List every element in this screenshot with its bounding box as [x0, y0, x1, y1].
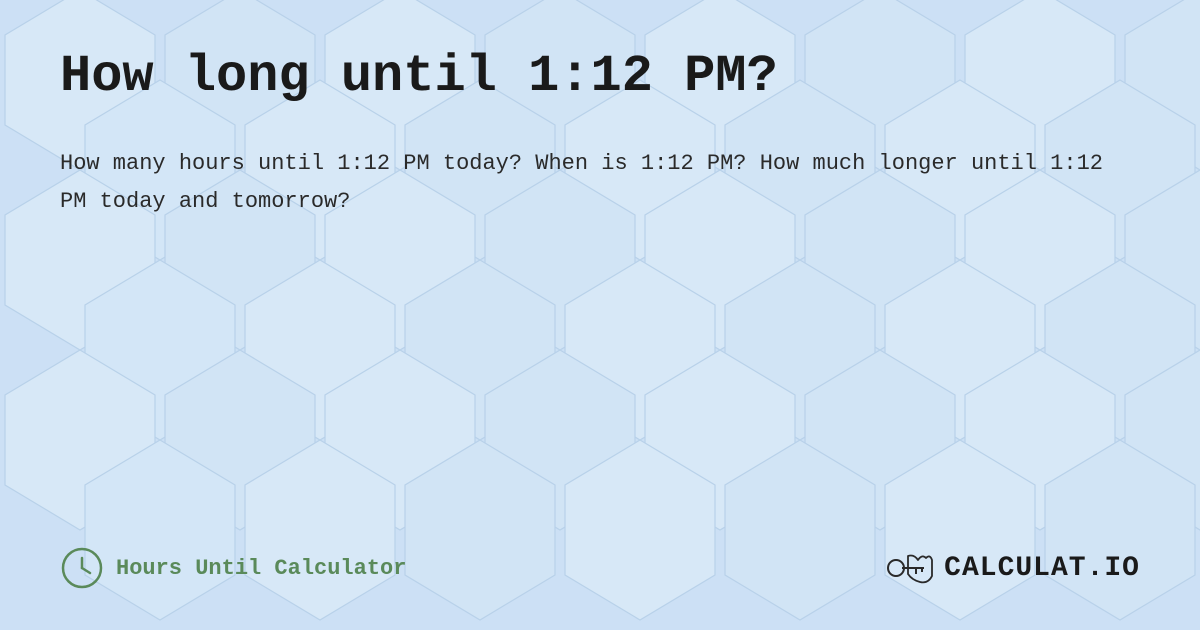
footer-left: Hours Until Calculator [60, 546, 406, 590]
footer-label: Hours Until Calculator [116, 556, 406, 581]
logo-icon [886, 546, 936, 590]
footer: Hours Until Calculator CALCULAT.IO [60, 546, 1140, 590]
clock-icon [60, 546, 104, 590]
page-description: How many hours until 1:12 PM today? When… [60, 145, 1140, 220]
logo-area: CALCULAT.IO [886, 546, 1140, 590]
page-title: How long until 1:12 PM? [60, 48, 1140, 105]
logo-text: CALCULAT.IO [944, 553, 1140, 584]
main-content: How long until 1:12 PM? How many hours u… [0, 0, 1200, 630]
